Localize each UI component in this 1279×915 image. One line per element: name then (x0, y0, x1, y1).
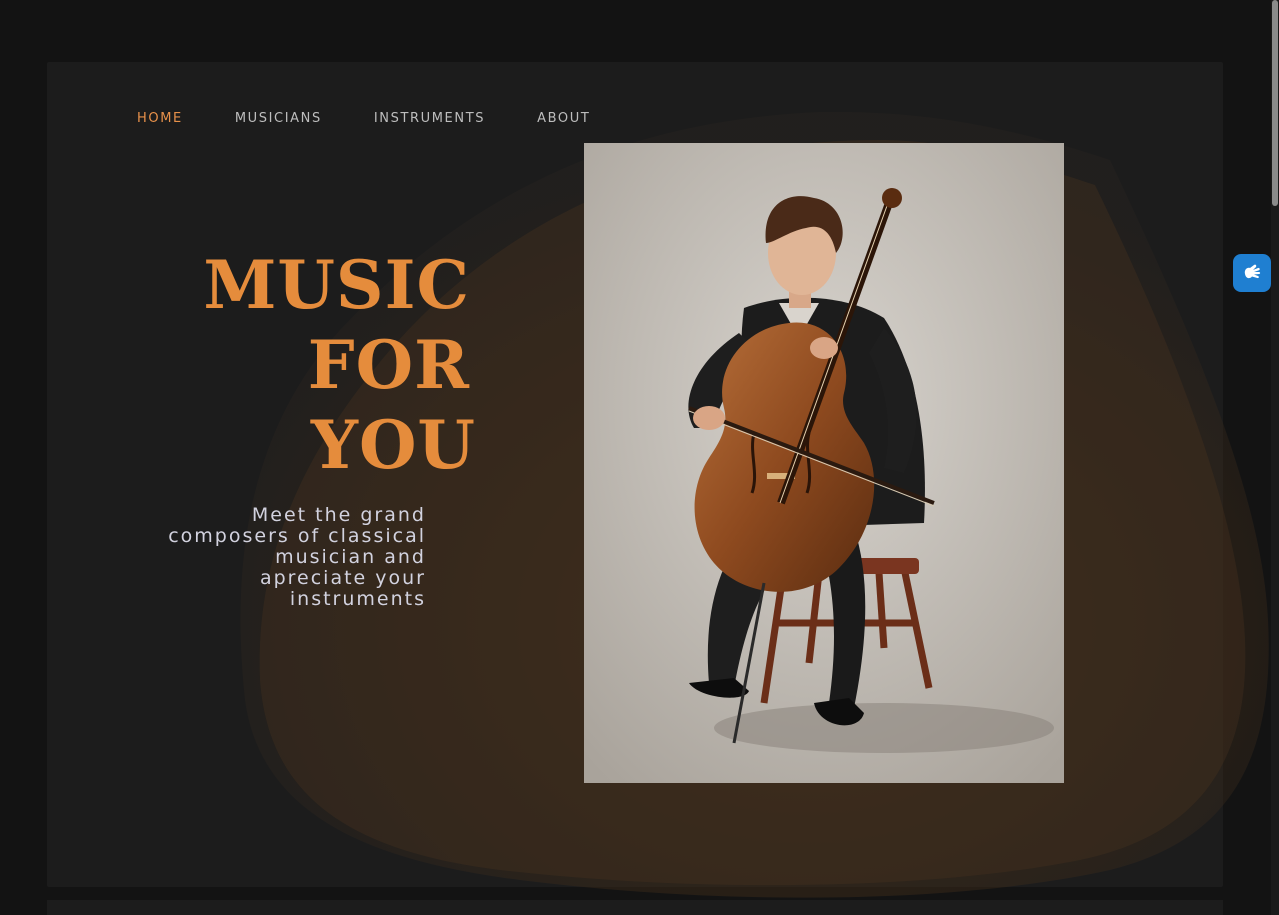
hero-subtitle: Meet the grand composers of classical mu… (168, 504, 426, 610)
nav-home-link[interactable]: HOME (137, 111, 183, 126)
sign-language-icon (1244, 264, 1261, 279)
nav-about-link[interactable]: ABOUT (537, 111, 590, 126)
main-nav: HOME MUSICIANS INSTRUMENTS ABOUT (137, 107, 642, 129)
next-section-panel (47, 900, 1223, 915)
page: HOME MUSICIANS INSTRUMENTS ABOUT MUSIC F… (0, 0, 1279, 915)
hero-title-line-1: MUSIC (203, 246, 470, 324)
nav-instruments-link[interactable]: INSTRUMENTS (374, 111, 485, 126)
nav-musicians-link[interactable]: MUSICIANS (235, 111, 322, 126)
scrollbar-thumb[interactable] (1272, 0, 1278, 206)
cellist-illustration-svg (584, 143, 1064, 783)
hero-title: MUSIC FOR YOU (156, 245, 476, 485)
hero-title-line-3: YOU (310, 406, 476, 484)
page-scrollbar[interactable] (1271, 0, 1279, 915)
hero-title-line-2: FOR (307, 326, 470, 404)
accessibility-button[interactable] (1233, 254, 1271, 292)
cellist-illustration (584, 143, 1064, 783)
